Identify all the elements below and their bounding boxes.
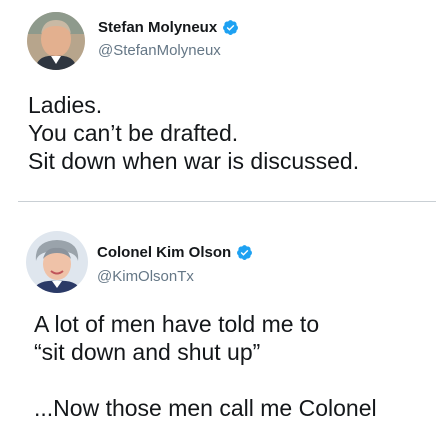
tweet-text-line: Sit down when war is discussed. [28, 148, 360, 174]
avatar[interactable] [27, 12, 85, 70]
author-row: Colonel Kim Olson [97, 244, 253, 261]
verified-badge-icon [236, 244, 253, 261]
tweet-text-line: “sit down and shut up” [34, 339, 261, 365]
display-name[interactable]: Colonel Kim Olson [97, 244, 231, 261]
divider [18, 201, 436, 202]
handle[interactable]: @KimOlsonTx [97, 268, 194, 285]
tweet-text-line: A lot of men have told me to [34, 311, 320, 337]
profile-photo-icon [26, 231, 88, 293]
tweet-screenshot: Stefan Molyneux @StefanMolyneux Ladies. … [0, 0, 445, 439]
tweet-text-line: Ladies. [28, 92, 103, 118]
tweet-card: Stefan Molyneux @StefanMolyneux Ladies. … [0, 0, 445, 200]
handle[interactable]: @StefanMolyneux [98, 42, 221, 59]
profile-photo-icon [27, 12, 85, 70]
verified-badge-icon [222, 19, 239, 36]
display-name[interactable]: Stefan Molyneux [98, 19, 217, 36]
avatar[interactable] [26, 231, 88, 293]
tweet-text-line: You can’t be drafted. [28, 120, 239, 146]
author-row: Stefan Molyneux [98, 19, 239, 36]
tweet-text-line: ...Now those men call me Colonel [34, 395, 377, 421]
tweet-card: Colonel Kim Olson @KimOlsonTx A lot of m… [0, 206, 445, 439]
tweet-text: Ladies. You can’t be drafted. Sit down w… [28, 91, 359, 175]
tweet-text: A lot of men have told me to “sit down a… [34, 310, 377, 422]
